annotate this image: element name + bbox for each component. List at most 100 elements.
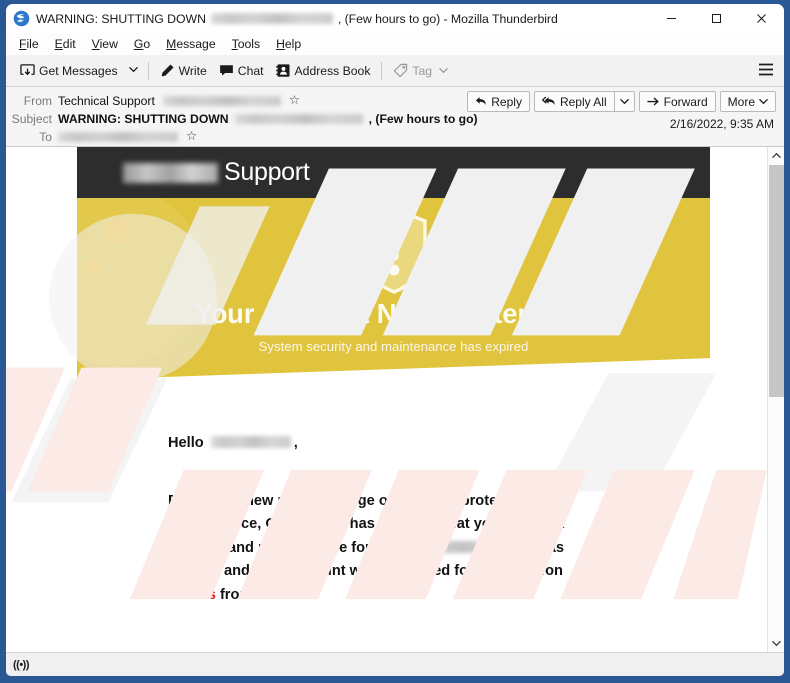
- subject-row: Subject WARNING: SHUTTING DOWN , (Few ho…: [6, 110, 784, 127]
- paragraph-line-4: expired and your account will be marked …: [168, 563, 563, 579]
- main-toolbar: Get Messages Write Chat Address Book Tag: [6, 55, 784, 87]
- thunderbird-icon: [13, 10, 30, 27]
- tag-button[interactable]: Tag: [387, 60, 454, 81]
- from-address-redacted: [162, 95, 281, 106]
- chat-label: Chat: [237, 63, 264, 78]
- paragraph-line-3: updates and maintenance for has: [168, 537, 710, 561]
- thunderbird-window: WARNING: SHUTTING DOWN , (Few hours to g…: [0, 0, 790, 683]
- reply-all-dropdown[interactable]: [613, 91, 635, 112]
- subject-redacted-address: [234, 113, 363, 124]
- decorative-dot: [117, 270, 126, 279]
- menu-item-file[interactable]: File: [12, 35, 46, 54]
- message-body-pane: Support Your Account Needs Attention! Sy…: [6, 147, 784, 652]
- window-content: WARNING: SHUTTING DOWN , (Few hours to g…: [6, 4, 784, 676]
- to-label: To: [39, 129, 52, 144]
- reply-all-label: Reply All: [559, 94, 607, 109]
- subject-prefix: WARNING: SHUTTING DOWN: [58, 111, 229, 126]
- chat-button[interactable]: Chat: [213, 60, 270, 81]
- get-messages-button[interactable]: Get Messages: [14, 60, 124, 81]
- toolbar-separator-2: [381, 61, 383, 80]
- paragraph-line-1: Due to our new policy change on account …: [168, 492, 563, 509]
- message-action-buttons: Reply Reply All Forward More: [467, 91, 776, 112]
- forward-arrow-icon: [646, 97, 659, 106]
- pencil-icon: [161, 64, 174, 77]
- scroll-up-button[interactable]: [768, 147, 784, 164]
- to-star-icon[interactable]: ☆: [186, 130, 197, 143]
- toolbar-separator: [147, 61, 149, 80]
- line5-suffix: from now!: [219, 586, 291, 603]
- banner-brand-redacted: [123, 162, 218, 183]
- chevron-down-icon: [128, 67, 138, 73]
- banner-title: Your Account Needs Attention!: [194, 298, 593, 329]
- deadline-highlight: 5hrs: [185, 586, 216, 603]
- reply-button[interactable]: Reply: [467, 91, 530, 112]
- decorative-dot: [83, 258, 101, 276]
- chevron-up-icon: [772, 152, 781, 158]
- chevron-down-icon: [759, 99, 768, 105]
- message-date: 2/16/2022, 9:35 AM: [669, 117, 774, 131]
- address-book-label: Address Book: [294, 63, 371, 78]
- scroll-down-button[interactable]: [768, 635, 784, 652]
- tag-chevron-down-icon: [439, 68, 448, 74]
- minimize-button[interactable]: [649, 4, 694, 33]
- window-title-suffix: , (Few hours to go) - Mozilla Thunderbir…: [337, 11, 558, 26]
- menu-item-message[interactable]: Message: [159, 35, 222, 54]
- line3-suffix: has: [538, 539, 565, 556]
- message-scrollbar[interactable]: [767, 147, 784, 652]
- message-scroll-area: Support Your Account Needs Attention! Sy…: [6, 147, 767, 652]
- line5-prefix: in: [168, 586, 181, 603]
- menu-bar: File Edit View Go Message Tools Help: [6, 33, 784, 55]
- get-messages-icon: [20, 64, 35, 78]
- to-value: ☆: [58, 130, 197, 143]
- from-label: From: [23, 93, 52, 108]
- banner-hero: Your Account Needs Attention! System sec…: [77, 198, 710, 380]
- menu-item-help[interactable]: Help: [269, 35, 308, 54]
- subject-value: WARNING: SHUTTING DOWN , (Few hours to g…: [58, 112, 478, 126]
- to-address-redacted: [58, 131, 178, 142]
- from-display-name: Technical Support: [58, 93, 155, 108]
- connection-status-icon[interactable]: ((•)): [13, 659, 30, 671]
- address-book-button[interactable]: Address Book: [270, 60, 377, 81]
- decorative-dot: [145, 286, 151, 292]
- subject-label: Subject: [11, 111, 52, 126]
- scrollbar-thumb[interactable]: [769, 165, 784, 397]
- line3-email-redacted: [378, 540, 531, 553]
- reply-all-icon: [541, 96, 555, 106]
- menu-item-tools[interactable]: Tools: [225, 35, 267, 54]
- email-content: Support Your Account Needs Attention! Sy…: [6, 147, 767, 607]
- shield-exclamation-icon: [355, 204, 433, 296]
- menu-item-edit[interactable]: Edit: [48, 35, 83, 54]
- banner-brand-suffix: Support: [224, 158, 310, 186]
- from-star-icon[interactable]: ☆: [289, 94, 300, 107]
- greeting-line: Hello ,: [168, 432, 710, 456]
- write-label: Write: [178, 63, 207, 78]
- window-title-prefix: WARNING: SHUTTING DOWN: [36, 11, 206, 26]
- forward-label: Forward: [663, 94, 708, 109]
- message-header: From Technical Support ☆ Subject WARNING…: [6, 87, 784, 147]
- menu-item-go[interactable]: Go: [127, 35, 157, 54]
- get-messages-label: Get Messages: [39, 63, 118, 78]
- email-body-text: Hello , Due to our new policy change on …: [77, 380, 710, 607]
- reply-all-group: Reply All: [533, 91, 635, 112]
- write-button[interactable]: Write: [154, 60, 213, 81]
- menu-item-view[interactable]: View: [85, 35, 125, 54]
- tag-label: Tag: [412, 63, 433, 78]
- more-button[interactable]: More: [719, 91, 776, 112]
- paragraph-line-2: maintenance, Our system has detected tha…: [168, 516, 565, 532]
- get-messages-dropdown[interactable]: [124, 62, 143, 79]
- app-menu-button[interactable]: [758, 63, 774, 79]
- reply-all-button[interactable]: Reply All: [533, 91, 614, 112]
- from-value: Technical Support ☆: [58, 94, 300, 108]
- maximize-button[interactable]: [694, 4, 739, 33]
- banner-subtitle: System security and maintenance has expi…: [258, 339, 529, 354]
- chat-bubble-icon: [219, 65, 233, 76]
- to-row: To ☆: [6, 128, 784, 145]
- reply-label: Reply: [491, 94, 522, 109]
- forward-button[interactable]: Forward: [638, 91, 716, 112]
- address-book-icon: [275, 64, 290, 77]
- more-label: More: [727, 94, 755, 109]
- reply-icon: [476, 97, 486, 106]
- chevron-down-icon: [772, 641, 781, 647]
- close-button[interactable]: [739, 4, 784, 33]
- email-banner: Support Your Account Needs Attention! Sy…: [77, 147, 710, 380]
